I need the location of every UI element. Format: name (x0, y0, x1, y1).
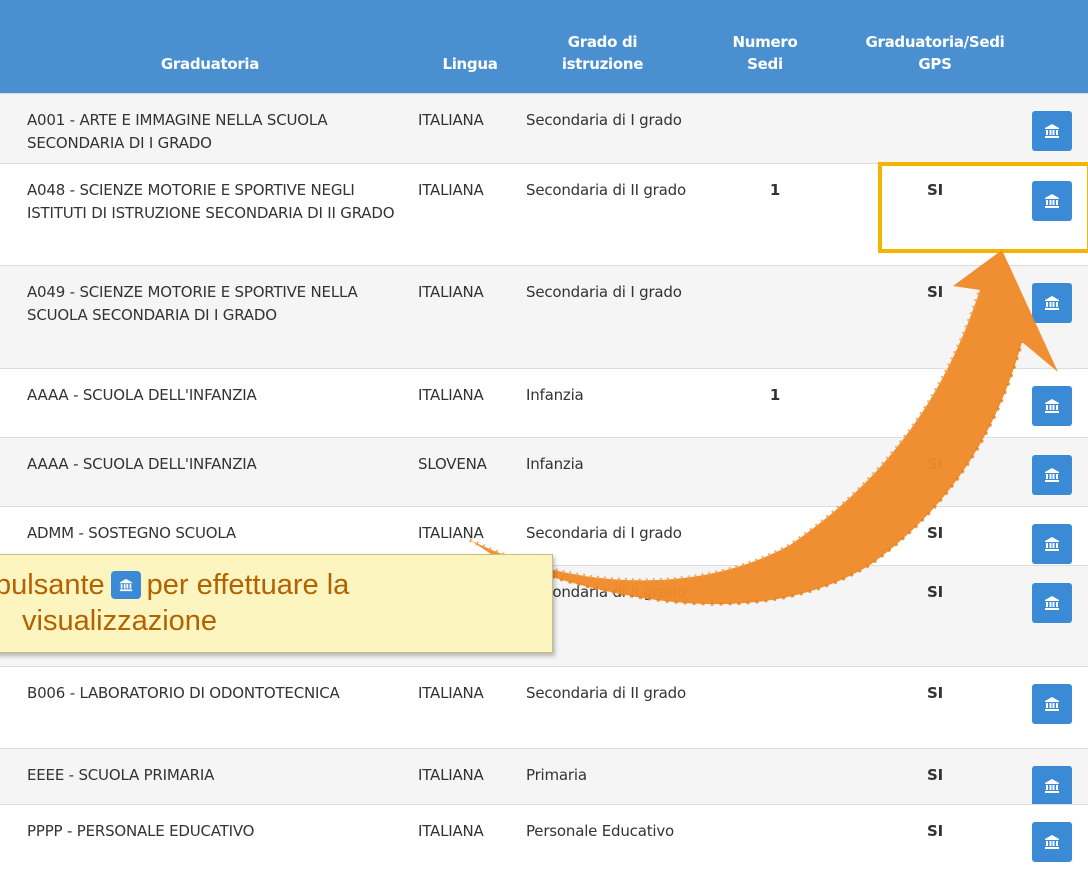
table-header: Graduatoria Lingua Grado di istruzione N… (0, 0, 1088, 93)
cell-grado: Primaria (526, 766, 587, 784)
view-button[interactable] (1032, 181, 1072, 221)
cell-gps: SI (927, 455, 943, 473)
cell-graduatoria: A049 - SCIENZE MOTORIE E SPORTIVE NELLA … (27, 283, 358, 324)
graduatorie-table: Graduatoria Lingua Grado di istruzione N… (0, 0, 1088, 890)
cell-lingua: ITALIANA (418, 524, 484, 542)
view-button[interactable] (1032, 684, 1072, 724)
table-row: A049 - SCIENZE MOTORIE E SPORTIVE NELLA … (0, 265, 1088, 368)
callout-text-before: pulsante (0, 569, 105, 601)
institution-icon (1044, 696, 1060, 712)
cell-lingua: ITALIANA (418, 386, 484, 404)
table-row: EEEE - SCUOLA PRIMARIA ITALIANA Primaria SI (0, 748, 1088, 806)
table-body: A001 - ARTE E IMMAGINE NELLA SCUOLA SECO… (0, 93, 1088, 890)
header-graduatoria: Graduatoria (160, 55, 260, 73)
header-gps-line2: GPS (918, 55, 952, 73)
institution-icon (1044, 123, 1060, 139)
cell-grado: Secondaria di II grado (526, 684, 686, 702)
view-button[interactable] (1032, 524, 1072, 564)
cell-lingua: ITALIANA (418, 181, 484, 199)
cell-gps: SI (927, 524, 943, 542)
cell-grado: Infanzia (526, 386, 584, 404)
instruction-callout: pulsante per effettuare la visualizzazion… (0, 554, 553, 653)
cell-gps: SI (927, 181, 943, 199)
table-row: B006 - LABORATORIO DI ODONTOTECNICA ITALI… (0, 666, 1088, 748)
cell-graduatoria: A048 - SCIENZE MOTORIE E SPORTIVE NEGLI … (27, 181, 395, 222)
institution-icon (1044, 398, 1060, 414)
cell-numero-sedi: 1 (769, 181, 781, 199)
header-numero-sedi: Numero Sedi (715, 31, 815, 75)
cell-lingua: ITALIANA (418, 684, 484, 702)
institution-icon (1044, 536, 1060, 552)
cell-gps: SI (927, 684, 943, 702)
header-grado: Grado di istruzione (530, 31, 675, 75)
institution-icon (1044, 193, 1060, 209)
cell-lingua: ITALIANA (418, 111, 484, 129)
view-button[interactable] (1032, 583, 1072, 623)
cell-lingua: SLOVENA (418, 455, 487, 473)
table-row: PPPP - PERSONALE EDUCATIVO ITALIANA Person… (0, 804, 1088, 890)
cell-lingua: ITALIANA (418, 822, 484, 840)
cell-graduatoria: A001 - ARTE E IMMAGINE NELLA SCUOLA SECO… (27, 111, 328, 152)
cell-graduatoria: PPPP - PERSONALE EDUCATIVO (27, 822, 255, 840)
view-button[interactable] (1032, 822, 1072, 862)
cell-graduatoria: AAAA - SCUOLA DELL'INFANZIA (27, 455, 257, 473)
cell-grado: Secondaria di I grado (526, 524, 682, 542)
cell-graduatoria: B006 - LABORATORIO DI ODONTOTECNICA (27, 684, 340, 702)
view-button[interactable] (1032, 386, 1072, 426)
cell-gps: SI (927, 583, 943, 601)
cell-graduatoria: AAAA - SCUOLA DELL'INFANZIA (27, 386, 257, 404)
callout-line2: visualizzazione (22, 605, 218, 637)
cell-gps: SI (927, 766, 943, 784)
cell-grado: Secondaria di I grado (526, 283, 682, 301)
header-grado-line1: Grado di (567, 33, 638, 51)
cell-gps: SI (927, 822, 943, 840)
institution-icon (1044, 834, 1060, 850)
callout-text-after: per effettuare la (146, 569, 350, 601)
institution-icon (1044, 595, 1060, 611)
view-button[interactable] (1032, 766, 1072, 806)
view-button[interactable] (1032, 455, 1072, 495)
table-row: AAAA - SCUOLA DELL'INFANZIA SLOVENA Infanz… (0, 437, 1088, 506)
institution-icon (1044, 295, 1060, 311)
view-button[interactable] (1032, 283, 1072, 323)
header-grado-line2: istruzione (561, 55, 644, 73)
institution-icon (1044, 467, 1060, 483)
institution-icon (110, 571, 141, 599)
cell-graduatoria: EEEE - SCUOLA PRIMARIA (27, 766, 215, 784)
cell-numero-sedi: 1 (769, 386, 781, 404)
header-numero-line2: Sedi (747, 55, 783, 73)
cell-grado: Secondaria di I grado (526, 111, 682, 129)
table-row: AAAA - SCUOLA DELL'INFANZIA ITALIANA Infan… (0, 368, 1088, 437)
header-numero-line1: Numero (732, 33, 798, 51)
header-gps: Graduatoria/Sedi GPS (835, 31, 1035, 75)
cell-grado: Secondaria di II grado (526, 181, 686, 199)
cell-gps: SI (927, 283, 943, 301)
cell-grado: Infanzia (526, 455, 584, 473)
table-row: A048 - SCIENZE MOTORIE E SPORTIVE NEGLI … (0, 163, 1088, 265)
table-row: A001 - ARTE E IMMAGINE NELLA SCUOLA SECO… (0, 93, 1088, 163)
header-gps-line1: Graduatoria/Sedi (865, 33, 1005, 51)
cell-graduatoria: ADMM - SOSTEGNO SCUOLA (27, 524, 236, 542)
view-button[interactable] (1032, 111, 1072, 151)
header-lingua: Lingua (442, 55, 498, 73)
cell-lingua: ITALIANA (418, 766, 484, 784)
cell-lingua: ITALIANA (418, 283, 484, 301)
institution-icon (1044, 778, 1060, 794)
cell-grado: Personale Educativo (526, 822, 675, 840)
